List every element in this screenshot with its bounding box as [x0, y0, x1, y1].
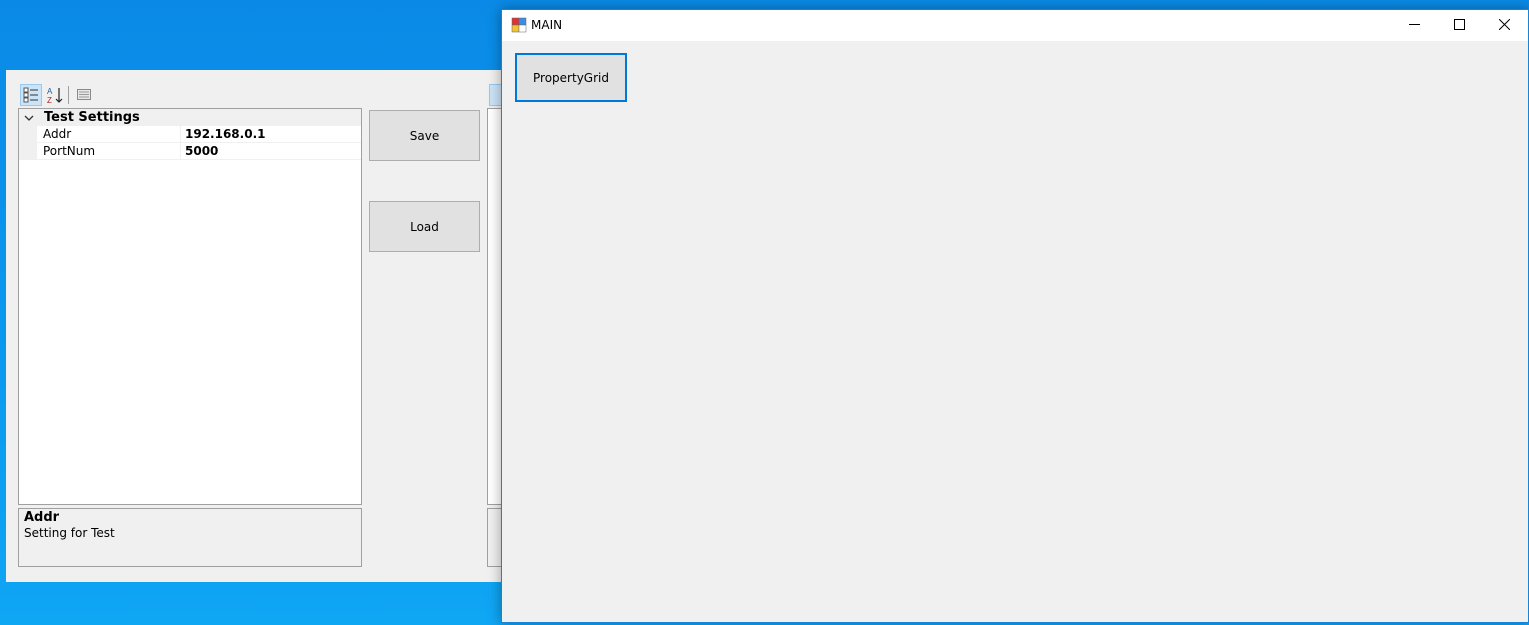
close-icon	[1499, 19, 1510, 30]
property-value[interactable]: 5000	[185, 143, 218, 159]
row-gutter	[19, 143, 37, 160]
window-title: MAIN	[531, 18, 563, 32]
svg-text:Z: Z	[47, 96, 52, 104]
chevron-down-icon[interactable]	[23, 112, 35, 124]
help-description: Setting for Test	[24, 526, 115, 540]
property-name: Addr	[43, 126, 181, 142]
propertygrid-toolbar: A Z	[20, 84, 100, 106]
minimize-icon	[1409, 24, 1420, 25]
propertygrid-window: A Z Test Settings Addr 192.168.0.1 PortN…	[6, 70, 506, 582]
row-gutter	[19, 126, 37, 143]
category-label: Test Settings	[44, 110, 140, 125]
help-title: Addr	[24, 510, 60, 525]
property-grid[interactable]: Test Settings Addr 192.168.0.1 PortNum 5…	[18, 108, 362, 505]
minimize-button[interactable]	[1392, 10, 1437, 40]
propertygrid-button[interactable]: PropertyGrid	[515, 53, 627, 102]
alphabetical-button[interactable]: A Z	[44, 84, 66, 106]
property-name: PortNum	[43, 143, 181, 159]
save-button[interactable]: Save	[369, 110, 480, 161]
categorized-button[interactable]	[20, 84, 42, 106]
property-pages-button[interactable]	[74, 84, 96, 106]
sort-alphabetical-icon: A Z	[47, 87, 63, 104]
title-bar[interactable]: MAIN	[502, 10, 1528, 41]
property-value[interactable]: 192.168.0.1	[185, 126, 265, 142]
load-button[interactable]: Load	[369, 201, 480, 252]
svg-text:A: A	[47, 87, 53, 96]
maximize-icon	[1454, 19, 1465, 30]
category-row[interactable]: Test Settings	[19, 109, 361, 126]
maximize-button[interactable]	[1437, 10, 1482, 40]
categorized-icon	[23, 87, 38, 103]
property-row-portnum[interactable]: PortNum 5000	[19, 143, 361, 160]
property-help-panel: Addr Setting for Test	[18, 508, 362, 567]
app-icon	[511, 17, 527, 33]
close-button[interactable]	[1482, 10, 1527, 40]
main-window: MAIN PropertyGrid	[501, 9, 1529, 623]
property-pages-icon	[77, 89, 91, 100]
toolbar-separator	[68, 86, 69, 104]
property-row-addr[interactable]: Addr 192.168.0.1	[19, 126, 361, 143]
